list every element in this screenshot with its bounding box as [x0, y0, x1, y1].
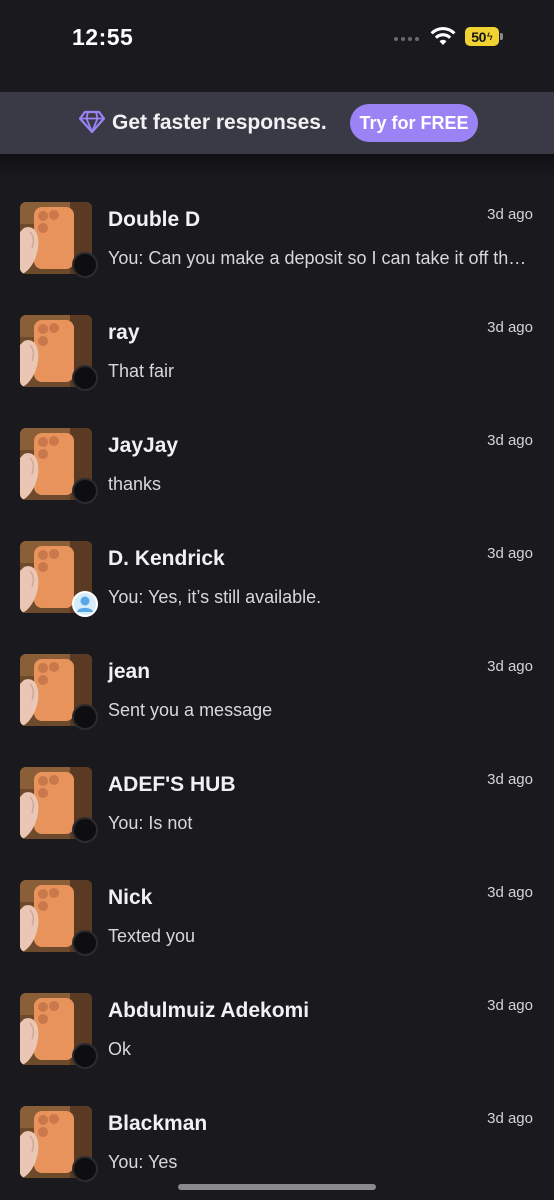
status-dot [72, 930, 98, 956]
message-preview: You: Can you make a deposit so I can tak… [108, 248, 536, 268]
conversation-name: ray [108, 321, 140, 344]
diamond-icon [79, 110, 105, 134]
conversation-name: Nick [108, 886, 153, 909]
message-preview: You: Yes [108, 1152, 178, 1172]
conversation-time: 3d ago [487, 432, 533, 449]
wifi-icon [430, 26, 456, 45]
try-free-button[interactable]: Try for FREE [350, 104, 478, 142]
conversation-row[interactable]: D. Kendrick 3d ago You: Yes, it’s still … [0, 519, 554, 632]
conversation-name: JayJay [108, 434, 179, 457]
conversation-time: 3d ago [487, 658, 533, 675]
conversation-row[interactable]: jean 3d ago Sent you a message [0, 632, 554, 745]
charging-bolt-icon: ϟ [486, 30, 493, 43]
conversation-name: Double D [108, 208, 201, 231]
message-preview: You: Is not [108, 813, 193, 833]
status-dot [72, 1043, 98, 1069]
conversation-row[interactable]: Abdulmuiz Adekomi 3d ago Ok [0, 971, 554, 1084]
battery-icon: 50 ϟ [465, 27, 499, 46]
conversation-time: 3d ago [487, 771, 533, 788]
cellular-signal-icon [394, 37, 419, 41]
message-preview: Sent you a message [108, 700, 273, 720]
status-dot [72, 365, 98, 391]
conversation-time: 3d ago [487, 545, 533, 562]
conversation-name: D. Kendrick [108, 547, 225, 570]
promo-banner: Get faster responses. Try for FREE [0, 92, 554, 154]
status-dot [72, 1156, 98, 1182]
status-time: 12:55 [72, 24, 134, 50]
status-dot [72, 252, 98, 278]
banner-shadow [0, 154, 554, 178]
conversation-time: 3d ago [487, 206, 533, 223]
message-preview: That fair [108, 361, 175, 381]
battery-level: 50 [471, 28, 486, 45]
status-bar: 12:55 50 ϟ [0, 0, 554, 78]
battery-cap [500, 33, 503, 40]
conversation-time: 3d ago [487, 319, 533, 336]
conversation-name: ADEF'S HUB [108, 773, 236, 796]
home-indicator[interactable] [178, 1184, 376, 1190]
conversation-row[interactable]: Double D 3d ago You: Can you make a depo… [0, 180, 554, 293]
conversation-row[interactable]: ADEF'S HUB 3d ago You: Is not [0, 745, 554, 858]
conversation-row[interactable]: ray 3d ago That fair [0, 293, 554, 406]
conversation-name: jean [108, 660, 151, 683]
status-dot [72, 817, 98, 843]
status-dot [72, 704, 98, 730]
conversation-time: 3d ago [487, 1110, 533, 1127]
promo-text: Get faster responses. [112, 111, 327, 134]
conversation-row[interactable]: JayJay 3d ago thanks [0, 406, 554, 519]
message-preview: Ok [108, 1039, 132, 1059]
user-profile-icon [72, 591, 98, 617]
conversation-row[interactable]: Nick 3d ago Texted you [0, 858, 554, 971]
message-preview: Texted you [108, 926, 196, 946]
message-preview: You: Yes, it’s still available. [108, 587, 322, 607]
conversation-name: Blackman [108, 1112, 208, 1135]
status-dot [72, 478, 98, 504]
conversation-time: 3d ago [487, 884, 533, 901]
conversation-name: Abdulmuiz Adekomi [108, 999, 310, 1022]
conversation-row[interactable]: Blackman 3d ago You: Yes [0, 1084, 554, 1197]
conversation-time: 3d ago [487, 997, 533, 1014]
message-preview: thanks [108, 474, 162, 494]
